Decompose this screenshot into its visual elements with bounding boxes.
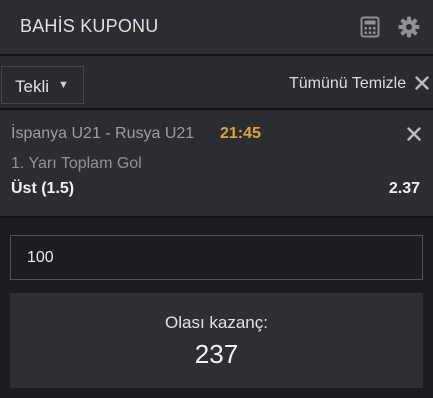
caret-down-icon: ▼ (58, 79, 69, 91)
selection-name: Üst (1.5) (11, 180, 75, 197)
bet-item: İspanya U21 - Rusya U21 21:45 1. Yarı To… (0, 110, 433, 216)
match-time: 21:45 (220, 125, 261, 142)
clear-all-link[interactable]: Tümünü Temizle (289, 75, 409, 93)
gear-icon[interactable] (398, 16, 420, 38)
remove-bet-icon[interactable] (407, 127, 421, 141)
odds-value: 2.37 (388, 180, 420, 197)
stake-input[interactable] (10, 235, 423, 280)
calculator-icon[interactable] (360, 16, 380, 38)
possible-winnings-panel: Olası kazanç: 237 (10, 293, 423, 388)
close-icon[interactable] (415, 76, 429, 90)
market-name: 1. Yarı Toplam Gol (11, 155, 142, 172)
coupon-header: BAHİS KUPONU (0, 0, 433, 54)
coupon-toolbar: Tekli ▼ Tümünü Temizle (0, 56, 433, 108)
bet-type-label: Tekli (15, 77, 50, 96)
possible-winnings-value: 237 (194, 339, 239, 369)
bet-type-dropdown[interactable]: Tekli ▼ (1, 66, 84, 104)
possible-winnings-label: Olası kazanç: (165, 313, 268, 332)
coupon-title: BAHİS KUPONU (20, 16, 159, 36)
match-name: İspanya U21 - Rusya U21 (11, 125, 195, 142)
bet-item-divider (0, 216, 433, 218)
